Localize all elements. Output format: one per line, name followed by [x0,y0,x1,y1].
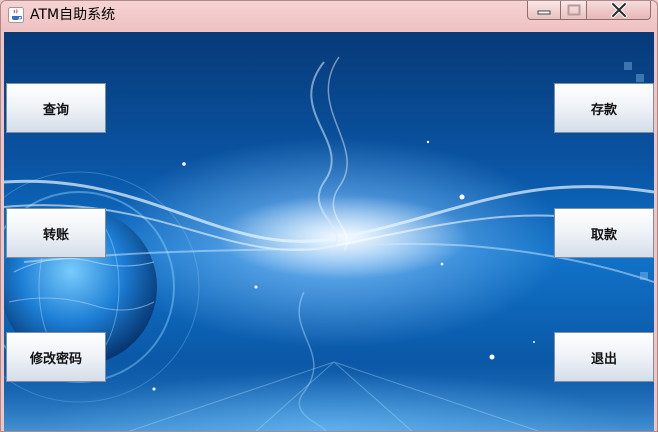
query-button[interactable]: 查询 [6,83,106,133]
deposit-button[interactable]: 存款 [554,83,654,133]
atm-window: ATM自助系统 查询 转账 修改密码 存款 取款 退出 [0,0,658,432]
window-controls [527,1,651,21]
close-button[interactable] [587,1,651,20]
atm-background-panel: 查询 转账 修改密码 存款 取款 退出 [4,32,654,431]
change-password-button[interactable]: 修改密码 [6,332,106,382]
maximize-icon [567,4,580,16]
minimize-button[interactable] [527,1,561,20]
exit-button[interactable]: 退出 [554,332,654,382]
minimize-icon [537,10,551,15]
maximize-button[interactable] [561,1,587,20]
transfer-button[interactable]: 转账 [6,208,106,258]
close-icon [610,2,627,18]
java-cup-icon [8,7,24,23]
window-title: ATM自助系统 [30,7,116,23]
withdraw-button[interactable]: 取款 [554,208,654,258]
title-bar[interactable]: ATM自助系统 [1,1,657,31]
